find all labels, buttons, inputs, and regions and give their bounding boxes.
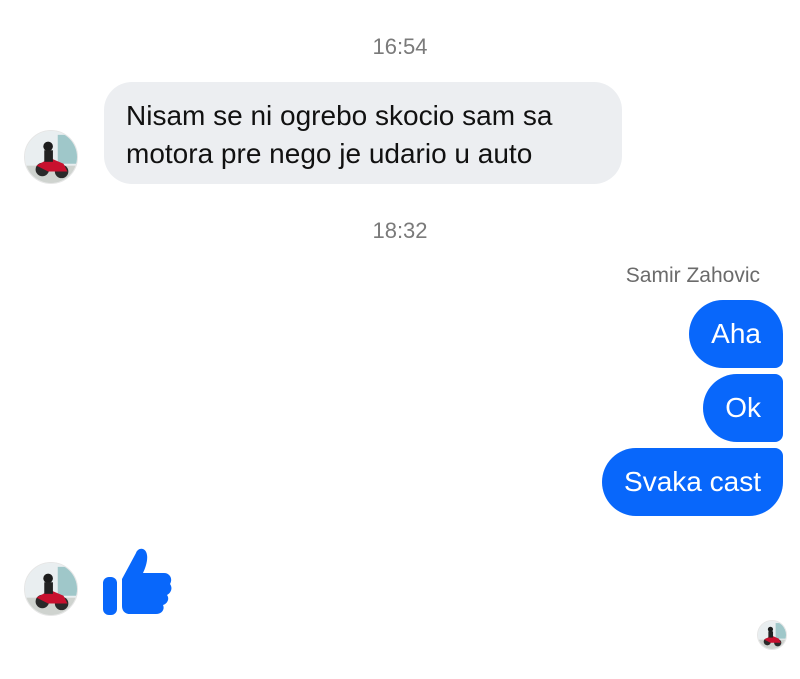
timestamp: 18:32 [372,218,428,243]
incoming-message[interactable]: Nisam se ni ogrebo skocio sam sa motora … [104,82,622,184]
thumbs-up-icon[interactable] [100,543,174,617]
outgoing-message[interactable]: Svaka cast [602,448,783,516]
avatar-image [25,563,77,615]
outgoing-message[interactable]: Aha [689,300,783,368]
avatar-image [25,131,77,183]
contact-avatar[interactable] [24,562,78,616]
seen-receipt-avatar [757,620,787,650]
outgoing-message[interactable]: Ok [703,374,783,442]
contact-avatar[interactable] [24,130,78,184]
avatar-image [758,621,786,649]
sender-name: Samir Zahovic [625,264,760,287]
timestamp: 16:54 [372,34,428,59]
